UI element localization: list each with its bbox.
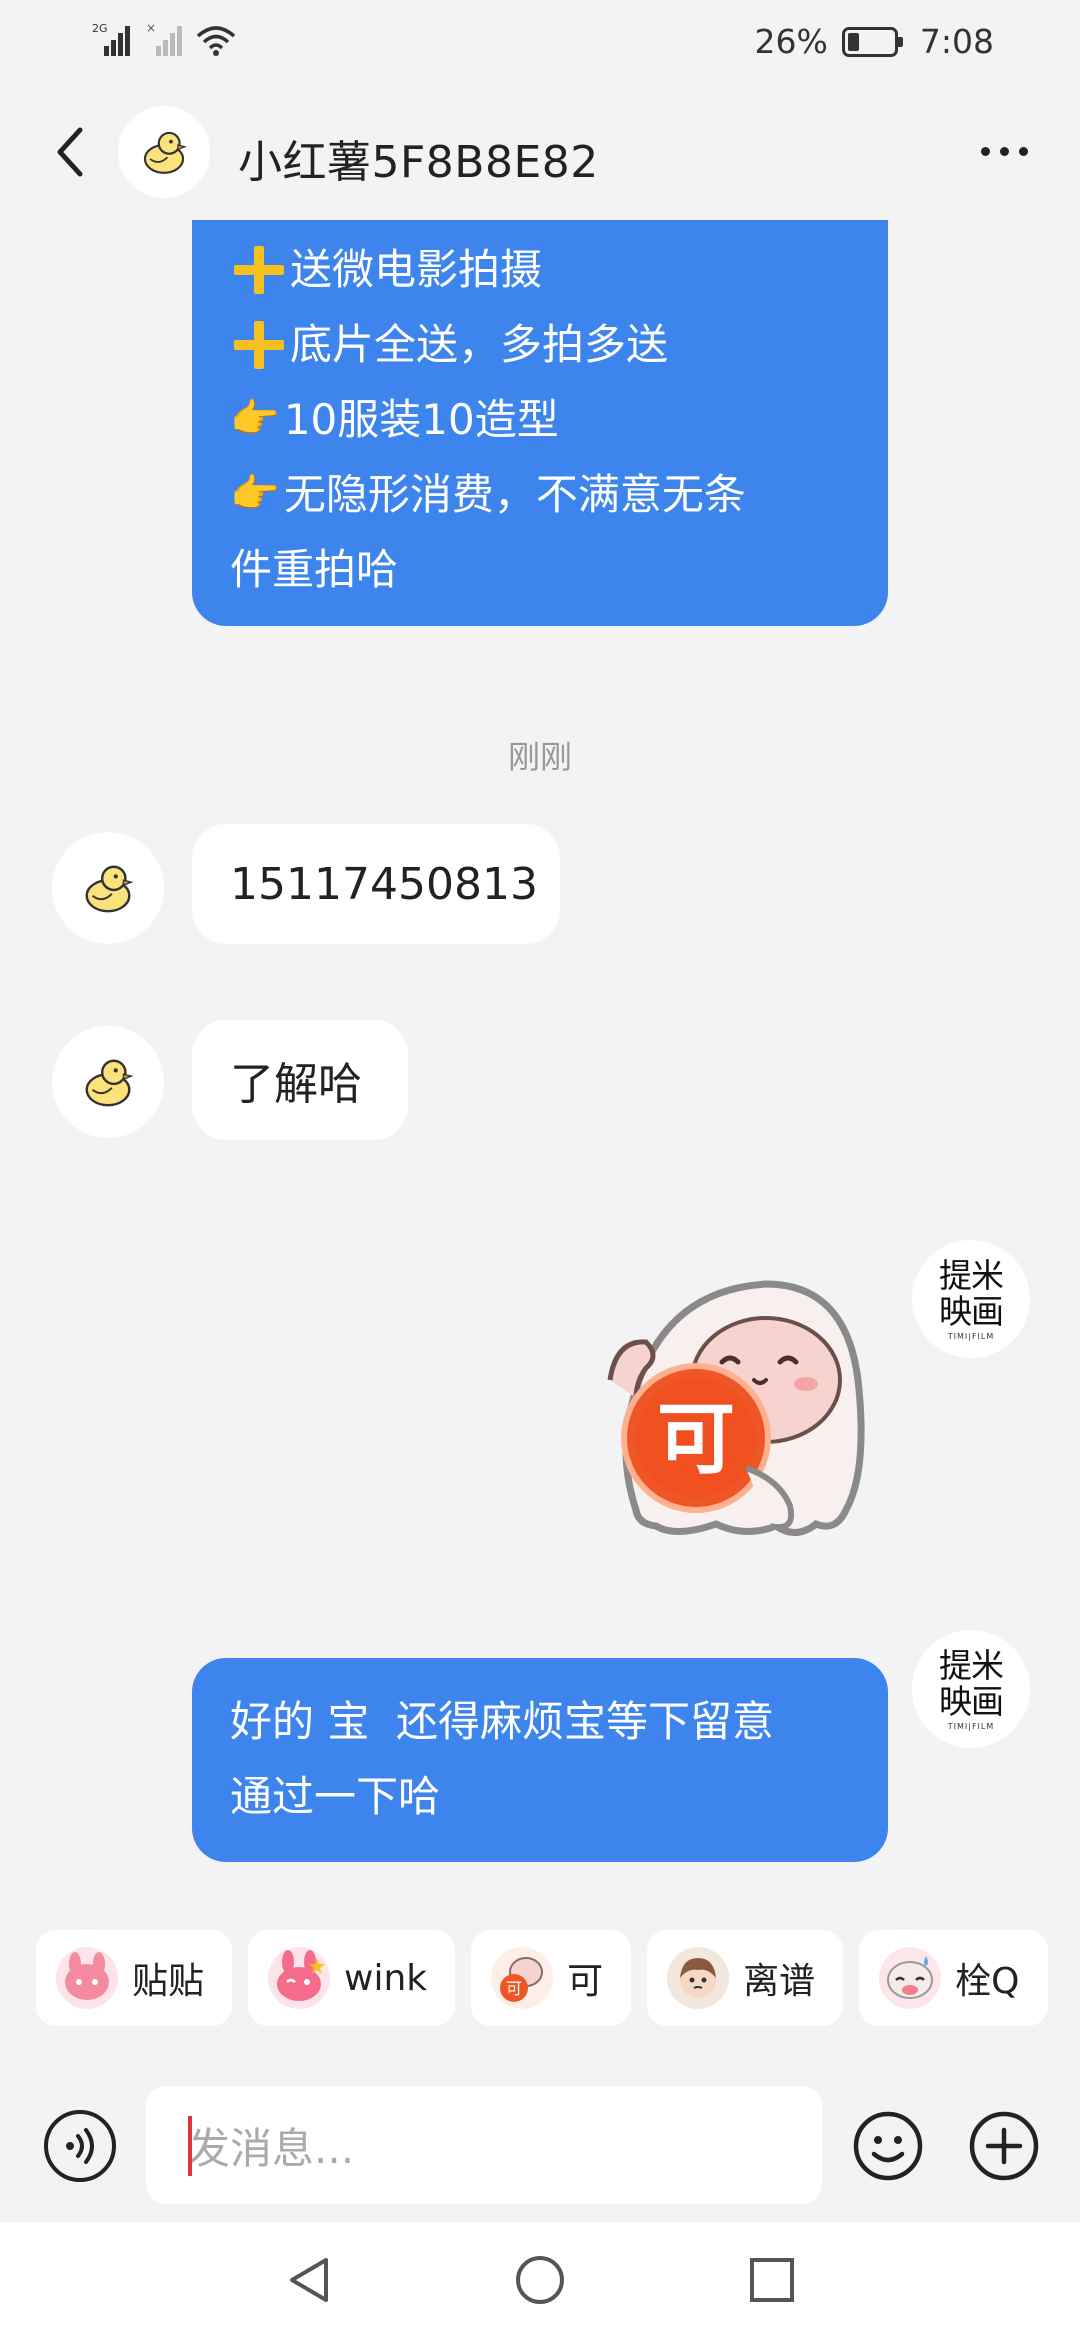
ghost-sticker-icon: 可 [607, 1280, 865, 1536]
contact-avatar[interactable] [118, 106, 210, 198]
more-button[interactable] [964, 126, 1044, 176]
emoji-button[interactable] [852, 2110, 924, 2182]
girl-sticker-icon [667, 1947, 730, 2009]
message-input[interactable]: 发消息... [146, 2086, 822, 2204]
incoming-message-bubble[interactable]: 15117450813 [192, 824, 560, 944]
triangle-back-icon [290, 2258, 328, 2302]
timi-logo-sub: TIMI|FILM [947, 1331, 995, 1341]
quick-sticker-bar: 贴贴 wink 可 可 离谱 栓Q [0, 1930, 1080, 2050]
more-horizontal-icon [999, 146, 1009, 156]
quick-sticker-wink[interactable]: wink [248, 1930, 456, 2026]
message-list[interactable]: 送微电影拍摄 底片全送，多拍多送 👉 10服装10造型 👉 无隐形消费，不满意无条 … [0, 146, 1080, 1920]
battery-percent: 26% [754, 22, 828, 61]
quick-sticker-shuanq[interactable]: 栓Q [859, 1930, 1048, 2026]
contact-avatar[interactable] [52, 1026, 164, 1138]
phone-number-text: 15117450813 [230, 858, 538, 910]
quick-sticker-tietie[interactable]: 贴贴 [36, 1930, 233, 2026]
quick-sticker-lipu[interactable]: 离谱 [647, 1930, 844, 2026]
battery-fill [847, 32, 859, 51]
nav-home-button[interactable] [512, 2252, 568, 2308]
pink-bunny-sticker-icon [56, 1947, 118, 2009]
svg-text:可: 可 [506, 1979, 522, 1998]
message-line: 通过一下哈 [230, 1772, 441, 1821]
wink-bunny-sticker-icon [268, 1947, 331, 2009]
sticker-message[interactable]: 可 [596, 1270, 888, 1562]
thanks-sticker-icon [879, 1947, 942, 2009]
duck-avatar-icon [85, 1059, 134, 1107]
status-bar: 2G × 26% 7:08 [0, 0, 1080, 84]
text-caret [188, 2116, 192, 2176]
signal-icon: 2G [92, 22, 130, 56]
svg-text:×: × [146, 22, 156, 35]
square-recents-icon [750, 2258, 794, 2302]
message-line: 件重拍哈 [230, 545, 399, 594]
outgoing-message-bubble[interactable]: 好的 宝 还得麻烦宝等下留意 通过一下哈 [192, 1658, 888, 1862]
duck-avatar-icon [143, 131, 187, 174]
yellow-cross-icon [230, 242, 286, 298]
ke-sticker-icon: 可 [491, 1947, 554, 2009]
voice-button[interactable] [44, 2110, 116, 2182]
message-text: 了解哈 [230, 1059, 362, 1110]
circle-home-icon [516, 2256, 564, 2304]
incoming-message-bubble[interactable]: 了解哈 [192, 1020, 408, 1140]
add-button[interactable] [968, 2110, 1040, 2182]
yellow-cross-icon [230, 317, 286, 373]
message-line: 送微电影拍摄 [230, 232, 850, 307]
quick-sticker-ke[interactable]: 可 可 [471, 1930, 632, 2026]
chevron-left-icon [57, 127, 83, 177]
voice-icon [66, 2128, 94, 2164]
pointing-hand-icon: 👉 [230, 396, 280, 442]
message-line: 底片全送，多拍多送 [230, 307, 850, 382]
contact-avatar[interactable] [52, 832, 164, 944]
back-button[interactable] [40, 122, 100, 182]
message-input-placeholder: 发消息... [188, 2123, 355, 2173]
chat-title: 小红薯5F8B8E82 [238, 137, 599, 188]
input-bar: 发消息... [0, 2072, 1080, 2222]
nav-recents-button[interactable] [744, 2252, 800, 2308]
signal-group: 2G × [92, 22, 236, 58]
message-line: 👉 10服装10造型 [230, 382, 850, 457]
timi-logo-sub: TIMI|FILM [947, 1721, 995, 1731]
pointing-hand-icon: 👉 [230, 471, 280, 517]
svg-text:2G: 2G [92, 22, 108, 35]
plus-circle-icon [969, 2111, 1039, 2181]
message-timestamp: 刚刚 [507, 738, 572, 776]
chat-screen: 2G × 26% 7:08 小红薯5F8B8E82 送微电影拍摄 底片全送，多拍… [0, 0, 1080, 2340]
smiley-icon [853, 2111, 923, 2181]
battery-icon [841, 26, 903, 57]
wifi-icon [196, 26, 236, 56]
message-line: 好的 宝 还得麻烦宝等下留意 [230, 1697, 775, 1746]
my-avatar[interactable]: 提米 映画 TIMI|FILM [912, 1240, 1030, 1358]
message-line: 👉 无隐形消费，不满意无条 [230, 457, 850, 532]
status-right: 26% 7:08 [755, 22, 994, 61]
nav-back-button[interactable] [282, 2252, 338, 2308]
system-nav-bar [0, 2222, 1080, 2340]
timi-logo-text: 提米 映画 [939, 1645, 1004, 1721]
svg-text:可: 可 [657, 1395, 735, 1485]
my-avatar[interactable]: 提米 映画 TIMI|FILM [912, 1630, 1030, 1748]
chat-header: 小红薯5F8B8E82 [0, 84, 1080, 220]
more-horizontal-icon [980, 146, 990, 156]
clock: 7:08 [919, 22, 994, 61]
more-horizontal-icon [1018, 146, 1028, 156]
duck-avatar-icon [85, 865, 134, 913]
no-signal-icon: × [146, 22, 182, 56]
timi-logo-text: 提米 映画 [939, 1255, 1004, 1331]
